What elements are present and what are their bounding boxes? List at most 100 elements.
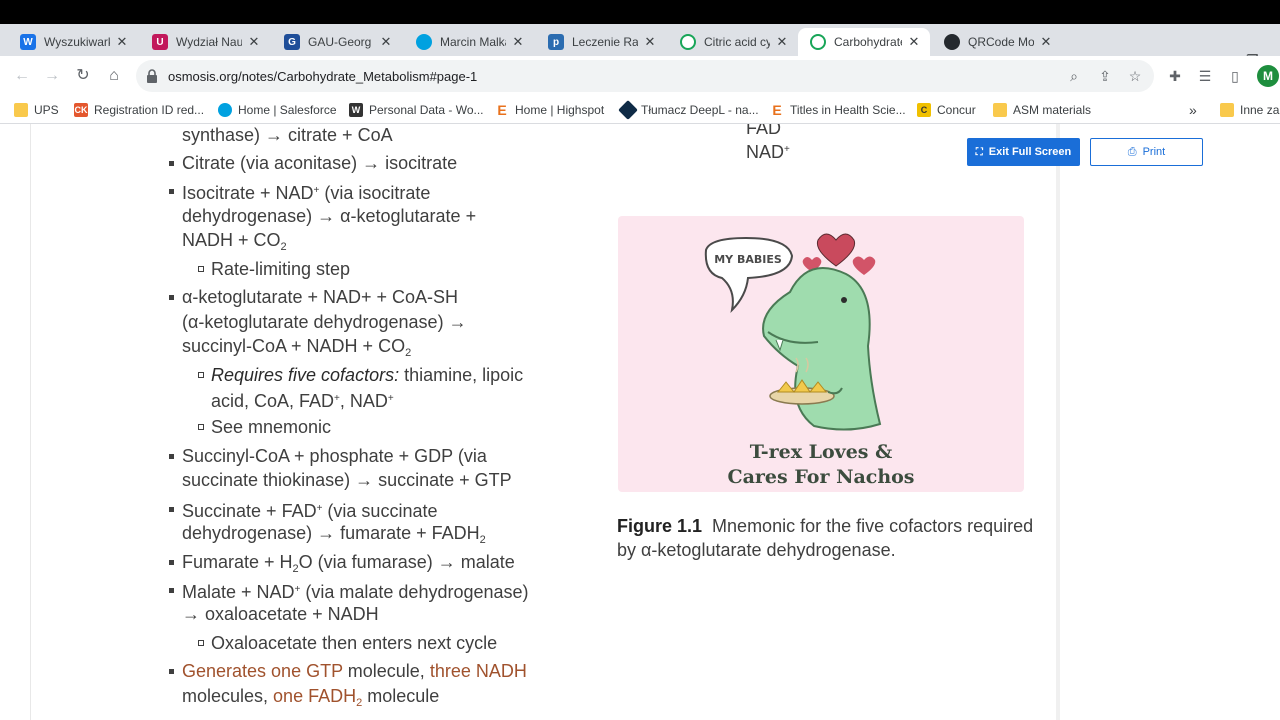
printer-icon: ⎙ bbox=[1127, 145, 1137, 158]
note-line: acid, CoA, FAD+, NAD+ bbox=[211, 391, 394, 411]
github-favicon-icon bbox=[944, 34, 960, 50]
bookmark-deepl[interactable]: Tłumacz DeepL - na... bbox=[618, 100, 759, 120]
close-icon[interactable]: ✕ bbox=[906, 34, 922, 50]
note-line: Succinyl-CoA + phosphate + GDP (via bbox=[182, 446, 487, 466]
trex-illustration: MY BABIES T-rex Loves & Cares For Nachos bbox=[704, 233, 915, 488]
folder-icon bbox=[14, 103, 28, 117]
profile-avatar[interactable]: M bbox=[1257, 65, 1279, 87]
reload-icon[interactable]: ↻ bbox=[73, 66, 93, 86]
bookmark-label: Inne zak bbox=[1240, 103, 1280, 117]
note-line: Fumarate + H2O (via fumarase) → malate bbox=[182, 552, 515, 575]
partial-fad-text: FAD bbox=[746, 124, 782, 138]
bookmark-salesforce[interactable]: Home | Salesforce bbox=[218, 102, 337, 118]
e-favicon-icon: E bbox=[770, 102, 784, 118]
bookmark-label: Concur bbox=[937, 103, 976, 117]
tab-strip: W Wyszukiwark ✕ U Wydział Naul ✕ G GAU-G… bbox=[0, 24, 1280, 73]
close-icon[interactable]: ✕ bbox=[774, 34, 790, 50]
note-line: dehydrogenase) → α-ketoglutarate + bbox=[182, 206, 477, 226]
back-arrow-icon[interactable]: ← bbox=[12, 66, 32, 86]
reading-list-icon[interactable]: ☰ bbox=[1196, 67, 1214, 85]
print-button[interactable]: ⎙ Print bbox=[1090, 138, 1203, 166]
close-icon[interactable]: ✕ bbox=[114, 34, 130, 50]
bullet-icon bbox=[169, 669, 174, 674]
close-icon[interactable]: ✕ bbox=[510, 34, 526, 50]
bookmark-concur[interactable]: C Concur bbox=[917, 102, 976, 118]
sub-bullet-icon bbox=[198, 424, 204, 430]
tab-marcin[interactable]: Marcin Malka ✕ bbox=[404, 28, 534, 56]
zoom-icon[interactable]: ⌕ bbox=[1066, 68, 1082, 84]
caption-label: Figure 1.1 bbox=[617, 516, 703, 536]
tab-label: Wydział Naul bbox=[176, 35, 242, 49]
side-panel-icon[interactable]: ▯ bbox=[1226, 67, 1244, 85]
bullet-icon bbox=[169, 588, 174, 593]
notes-text-column: synthase) → citrate + CoA Citrate (via a… bbox=[0, 124, 600, 720]
tab-citric-acid[interactable]: Citric acid cy ✕ bbox=[668, 28, 798, 56]
bookmark-label: Registration ID red... bbox=[94, 103, 205, 117]
tab-label: Wyszukiwark bbox=[44, 35, 110, 49]
tab-qrcode[interactable]: QRCode Mor ✕ bbox=[932, 28, 1062, 56]
note-line: dehydrogenase) → fumarate + FADH2 bbox=[182, 523, 486, 546]
bookmark-label: Home | Salesforce bbox=[238, 103, 337, 117]
tab-label: Citric acid cy bbox=[704, 35, 770, 49]
concur-favicon-icon: C bbox=[917, 103, 931, 117]
figure-column: FAD NAD+ MY BABIES T-rex Loves & Cares F… bbox=[600, 124, 1056, 720]
osmosis-favicon-icon bbox=[680, 34, 696, 50]
close-icon[interactable]: ✕ bbox=[246, 34, 262, 50]
folder-icon bbox=[1220, 103, 1234, 117]
bookmark-label: Titles in Health Scie... bbox=[790, 103, 906, 117]
bookmark-highspot[interactable]: E Home | Highspot bbox=[495, 102, 604, 118]
bullet-icon bbox=[169, 295, 174, 300]
wyszukiwarka-favicon-icon: W bbox=[20, 34, 36, 50]
close-icon[interactable]: ✕ bbox=[1038, 34, 1054, 50]
sub-bullet-icon bbox=[198, 372, 204, 378]
note-line: Malate + NAD+ (via malate dehydrogenase) bbox=[182, 582, 529, 602]
bookmark-titles-health[interactable]: E Titles in Health Scie... bbox=[770, 102, 906, 118]
bullet-icon bbox=[169, 189, 174, 194]
address-bar[interactable]: osmosis.org/notes/Carbohydrate_Metabolis… bbox=[136, 60, 1154, 92]
close-icon[interactable]: ✕ bbox=[378, 34, 394, 50]
extensions-puzzle-icon[interactable]: ✚ bbox=[1166, 67, 1184, 85]
tab-leczenie[interactable]: p Leczenie Ran ✕ bbox=[536, 28, 666, 56]
page-content: synthase) → citrate + CoA Citrate (via a… bbox=[0, 124, 1280, 720]
bullet-icon bbox=[169, 454, 174, 459]
bookmark-registration[interactable]: CK Registration ID red... bbox=[74, 102, 204, 118]
note-line: (α-ketoglutarate dehydrogenase) → bbox=[182, 312, 467, 332]
home-icon[interactable]: ⌂ bbox=[104, 66, 124, 86]
deepl-favicon-icon bbox=[618, 100, 638, 120]
folder-icon bbox=[993, 103, 1007, 117]
w-favicon-icon: W bbox=[349, 103, 363, 117]
speech-bubble-text: MY BABIES bbox=[714, 253, 782, 266]
bookmark-personal-data[interactable]: W Personal Data - Wo... bbox=[349, 102, 484, 118]
bookmarks-overflow-chevron-icon[interactable]: » bbox=[1189, 102, 1197, 118]
browser-toolbar: ← → ↻ ⌂ osmosis.org/notes/Carbohydrate_M… bbox=[0, 56, 1280, 96]
bookmarks-bar: UPS CK Registration ID red... Home | Sal… bbox=[0, 96, 1280, 124]
bullet-icon bbox=[169, 507, 174, 512]
forward-arrow-icon[interactable]: → bbox=[42, 66, 62, 86]
exit-full-screen-button[interactable]: ⛶ Exit Full Screen bbox=[967, 138, 1080, 166]
bookmark-star-icon[interactable]: ☆ bbox=[1127, 68, 1143, 84]
note-line: α-ketoglutarate + NAD+ + CoA-SH bbox=[182, 287, 459, 307]
bookmark-label: UPS bbox=[34, 103, 59, 117]
bookmark-asm[interactable]: ASM materials bbox=[993, 102, 1091, 118]
bookmark-label: Personal Data - Wo... bbox=[369, 103, 484, 117]
close-icon[interactable]: ✕ bbox=[642, 34, 658, 50]
share-icon[interactable]: ⇪ bbox=[1097, 68, 1113, 84]
mnemonic-line-2: Cares For Nachos bbox=[727, 466, 914, 488]
bookmark-other[interactable]: Inne zak bbox=[1220, 102, 1280, 118]
figure-caption: Figure 1.1 Mnemonic for the five cofacto… bbox=[617, 514, 1037, 562]
tab-gau[interactable]: G GAU-Georg ✕ bbox=[272, 28, 402, 56]
bookmark-ups[interactable]: UPS bbox=[14, 102, 59, 118]
e-favicon-icon: E bbox=[495, 102, 509, 118]
tab-wyszukiwarka[interactable]: W Wyszukiwark ✕ bbox=[8, 28, 138, 56]
tab-label: Carbohydrate bbox=[834, 35, 902, 49]
mnemonic-line-1: T-rex Loves & bbox=[750, 441, 893, 463]
tab-wydzial[interactable]: U Wydział Naul ✕ bbox=[140, 28, 270, 56]
tab-carbohydrate[interactable]: Carbohydrate ✕ bbox=[798, 28, 930, 56]
note-line: → oxaloacetate + NADH bbox=[182, 604, 379, 624]
sub-bullet-icon bbox=[198, 266, 204, 272]
cloud-favicon-icon bbox=[416, 34, 432, 50]
url-text[interactable]: osmosis.org/notes/Carbohydrate_Metabolis… bbox=[168, 69, 477, 84]
bullet-icon bbox=[169, 560, 174, 565]
exit-fullscreen-icon: ⛶ bbox=[975, 146, 983, 158]
bookmark-label: Tłumacz DeepL - na... bbox=[641, 103, 759, 117]
